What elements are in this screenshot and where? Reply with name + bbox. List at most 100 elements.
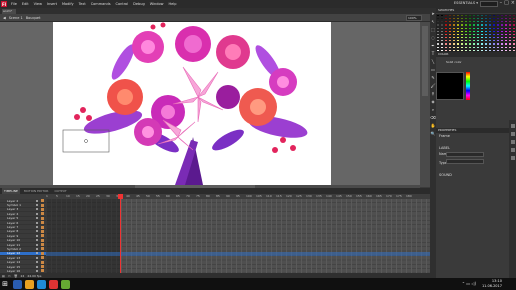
visibility-toggle-icon[interactable] (36, 243, 38, 246)
visibility-toggle-icon[interactable] (36, 230, 38, 233)
visibility-toggle-icon[interactable] (36, 217, 38, 220)
hand-tool-icon[interactable]: ✋ (431, 123, 436, 128)
frame-type-select[interactable] (446, 159, 484, 164)
new-layer-icon[interactable]: ▤ (2, 274, 5, 278)
outline-color-icon[interactable] (41, 229, 44, 233)
color-panel-header[interactable]: COLOR (436, 52, 516, 57)
frame-name-input[interactable] (446, 152, 484, 157)
visibility-toggle-icon[interactable] (36, 234, 38, 237)
transform-icon[interactable] (510, 148, 515, 152)
components-icon[interactable] (510, 156, 515, 160)
new-folder-icon[interactable]: ▭ (8, 274, 11, 278)
outline-color-icon[interactable] (41, 212, 44, 216)
outline-color-icon[interactable] (41, 238, 44, 242)
outline-color-icon[interactable] (41, 265, 44, 269)
swatch-grid[interactable] (436, 14, 516, 52)
outline-color-icon[interactable] (41, 256, 44, 260)
visibility-toggle-icon[interactable] (36, 269, 38, 272)
outline-color-icon[interactable] (41, 199, 44, 203)
visibility-toggle-icon[interactable] (36, 226, 38, 229)
subselection-tool-icon[interactable]: ↖ (431, 19, 434, 24)
outline-color-icon[interactable] (41, 216, 44, 220)
menu-item-insert[interactable]: Insert (47, 2, 57, 6)
sound-section[interactable]: SOUND (436, 172, 516, 178)
delete-layer-icon[interactable]: 🗑 (14, 274, 18, 278)
minimize-icon[interactable]: – (500, 0, 503, 6)
menu-item-window[interactable]: Window (150, 2, 164, 6)
menu-item-commands[interactable]: Commands (91, 2, 111, 6)
file-explorer-icon[interactable] (25, 279, 34, 289)
playhead[interactable] (120, 194, 121, 278)
color-picker-field[interactable] (436, 72, 464, 100)
workspace-switcher[interactable]: ESSENTIALS ▾ (454, 1, 478, 5)
bone-tool-icon[interactable]: ⚲ (432, 91, 435, 96)
clock[interactable]: 13:10 11.06.2017 (482, 279, 502, 289)
outline-color-icon[interactable] (41, 243, 44, 247)
task-view-icon[interactable] (13, 279, 22, 289)
system-tray[interactable]: ⌃ ▭ ◁) (462, 281, 476, 286)
maximize-icon[interactable]: □ (504, 0, 509, 6)
outline-color-icon[interactable] (41, 207, 44, 211)
zoom-tool-icon[interactable]: 🔍 (431, 131, 436, 136)
pen-tool-icon[interactable]: ✒ (431, 43, 434, 48)
stage-vertical-scrollbar[interactable] (420, 22, 430, 187)
align-icon[interactable] (510, 132, 515, 136)
text-tool-icon[interactable]: T (432, 51, 434, 56)
rectangle-tool-icon[interactable]: ▭ (431, 67, 435, 72)
menu-item-view[interactable]: View (34, 2, 42, 6)
pencil-tool-icon[interactable]: ✎ (431, 75, 434, 80)
visibility-toggle-icon[interactable] (36, 212, 38, 215)
visibility-toggle-icon[interactable] (36, 252, 38, 255)
menu-item-control[interactable]: Control (116, 2, 129, 6)
outline-color-icon[interactable] (41, 234, 44, 238)
hue-slider[interactable] (466, 72, 470, 100)
library-icon[interactable] (510, 124, 515, 128)
menu-item-help[interactable]: Help (169, 2, 177, 6)
visibility-toggle-icon[interactable] (36, 261, 38, 264)
info-icon[interactable] (510, 140, 515, 144)
visibility-toggle-icon[interactable] (36, 208, 38, 211)
scroll-thumb[interactable] (422, 26, 428, 96)
frame-grid[interactable] (46, 199, 430, 278)
outline-color-icon[interactable] (41, 251, 44, 255)
brush-tool-icon[interactable]: 🖌 (430, 83, 435, 88)
line-tool-icon[interactable]: ╲ (432, 59, 434, 64)
visibility-toggle-icon[interactable] (36, 247, 38, 250)
back-arrow-icon[interactable]: ◀ (3, 16, 6, 20)
menu-item-debug[interactable]: Debug (133, 2, 145, 6)
free-transform-tool-icon[interactable]: ⬚ (431, 27, 435, 32)
app-icon[interactable] (61, 279, 70, 289)
scene-breadcrumb[interactable]: Scene 1 (9, 16, 23, 20)
outline-color-icon[interactable] (41, 247, 44, 251)
help-search-input[interactable] (480, 1, 498, 7)
stage-canvas[interactable] (53, 22, 331, 185)
visibility-toggle-icon[interactable] (36, 265, 38, 268)
lasso-tool-icon[interactable]: ◌ (431, 35, 435, 40)
menu-item-edit[interactable]: Edit (22, 2, 29, 6)
outline-color-icon[interactable] (41, 203, 44, 207)
eyedropper-icon[interactable]: ⌕ (432, 107, 434, 112)
zoom-select[interactable]: 100% (406, 15, 422, 21)
close-icon[interactable]: × (511, 0, 515, 6)
outline-color-icon[interactable] (41, 260, 44, 264)
flash-app-icon[interactable] (49, 279, 58, 289)
swatches-panel-header[interactable]: SWATCHES (436, 8, 516, 13)
selection-tool-icon[interactable]: ➤ (431, 11, 434, 16)
visibility-toggle-icon[interactable] (36, 204, 38, 207)
windows-start-icon[interactable]: ⊞ (0, 278, 10, 290)
paint-bucket-icon[interactable]: ◈ (431, 99, 434, 104)
visibility-toggle-icon[interactable] (36, 199, 38, 202)
menu-item-modify[interactable]: Modify (62, 2, 74, 6)
browser-icon[interactable] (37, 279, 46, 289)
visibility-toggle-icon[interactable] (36, 221, 38, 224)
menu-item-file[interactable]: File (11, 2, 17, 6)
menu-item-text[interactable]: Text (79, 2, 86, 6)
playhead-handle[interactable] (118, 194, 123, 199)
visibility-toggle-icon[interactable] (36, 256, 38, 259)
symbol-breadcrumb[interactable]: Bouquet (26, 16, 41, 20)
visibility-toggle-icon[interactable] (36, 239, 38, 242)
outline-color-icon[interactable] (41, 221, 44, 225)
outline-color-icon[interactable] (41, 269, 44, 273)
eraser-icon[interactable]: ⌫ (430, 115, 436, 120)
outline-color-icon[interactable] (41, 225, 44, 229)
